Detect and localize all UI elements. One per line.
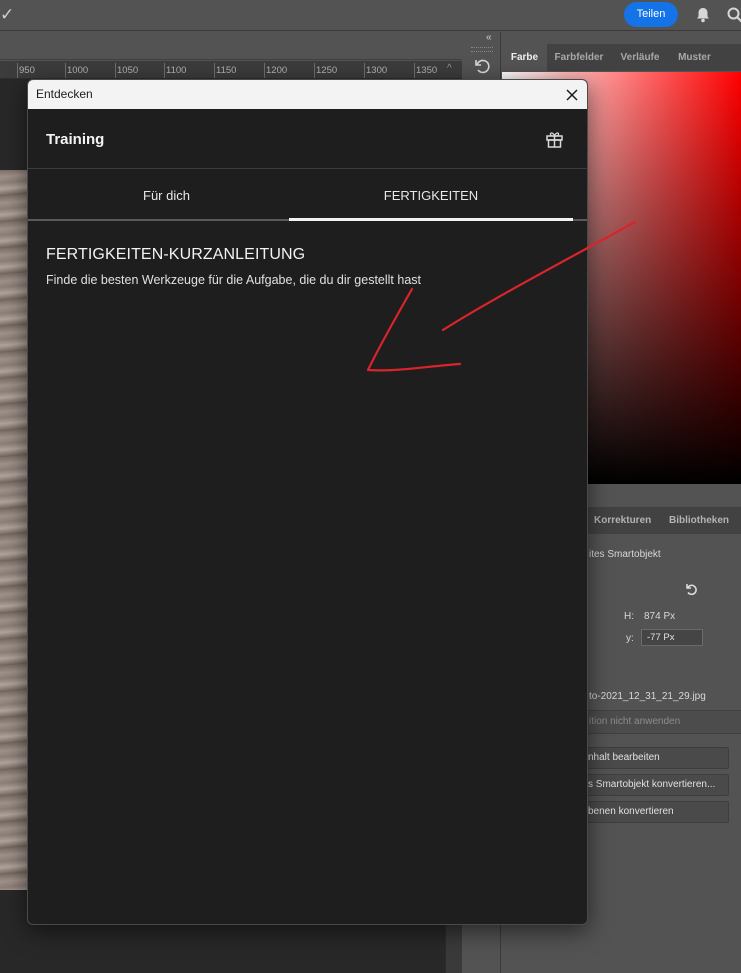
tab-verlaeufe[interactable]: Verläufe [611,44,669,71]
disabled-option-label: ition nicht anwenden [589,716,681,727]
ruler-tick [164,63,165,78]
photo-layer [0,170,30,890]
tab-korrekturen[interactable]: Korrekturen [590,507,660,534]
document-tab-strip [0,32,462,60]
ruler-label: 1250 [316,65,338,76]
grip-handle[interactable] [471,47,493,52]
horizontal-ruler: 950 1000 1050 1100 1150 1200 1250 1300 1… [0,61,462,79]
section-title: FERTIGKEITEN-KURZANLEITUNG [46,246,306,263]
ruler-label: 1200 [266,65,288,76]
convert-smartobject-button[interactable]: s Smartobjekt konvertieren... [579,774,729,796]
discover-dialog: Entdecken Training Für dich FERTIGKEITEN… [27,79,588,925]
ruler-tick [364,63,365,78]
edit-contents-button[interactable]: nhalt bearbeiten [579,747,729,769]
check-icon[interactable]: ✓ [0,5,16,25]
y-position-field[interactable]: -77 Px [641,629,703,646]
ruler-tick [264,63,265,78]
ruler-label: 1350 [416,65,438,76]
ruler-label: 1300 [366,65,388,76]
ruler-tick [314,63,315,78]
dialog-title: Entdecken [36,87,93,101]
ruler-label: 1150 [216,65,237,76]
reset-icon[interactable] [684,582,698,596]
share-button[interactable]: Teilen [624,2,678,27]
height-value: 874 Px [644,611,676,622]
ruler-tick [115,63,116,78]
tab-fuer-dich[interactable]: Für dich [28,170,305,221]
height-label: H: [624,611,634,622]
tab-farbfelder[interactable]: Farbfelder [549,44,609,71]
search-icon[interactable] [726,6,741,24]
linked-filename: to-2021_12_31_21_29.jpg [589,691,706,702]
gift-icon[interactable] [545,130,564,148]
chevron-up-icon[interactable]: ^ [447,63,459,75]
active-tab-indicator [289,218,573,221]
tab-bibliotheken[interactable]: Bibliotheken [665,507,735,534]
layer-type-label: ites Smartobjekt [589,549,661,560]
y-label: y: [626,633,634,644]
section-description: Finde die besten Werkzeuge für die Aufga… [46,273,422,287]
dialog-tabs: Für dich FERTIGKEITEN [28,170,587,221]
collapse-panels-icon[interactable]: « [486,33,498,43]
tab-fertigkeiten[interactable]: FERTIGKEITEN [289,170,573,221]
ruler-label: 1000 [67,65,89,76]
training-header [28,109,587,169]
color-panel-tabs: Farbe Farbfelder Verläufe Muster [502,44,741,71]
close-icon[interactable] [561,84,583,106]
ruler-tick [17,63,18,78]
ruler-tick [214,63,215,78]
ruler-tick [414,63,415,78]
ruler-label: 1050 [117,65,139,76]
ruler-label: 950 [19,65,35,76]
dialog-titlebar[interactable] [28,80,587,109]
ruler-label: 1100 [166,65,187,76]
convert-layers-button[interactable]: benen konvertieren [579,801,729,823]
tab-muster[interactable]: Muster [671,44,718,71]
ruler-tick [65,63,66,78]
tab-farbe[interactable]: Farbe [502,44,547,71]
training-heading: Training [46,131,105,148]
history-icon[interactable] [472,57,492,77]
bell-icon[interactable] [694,6,712,24]
